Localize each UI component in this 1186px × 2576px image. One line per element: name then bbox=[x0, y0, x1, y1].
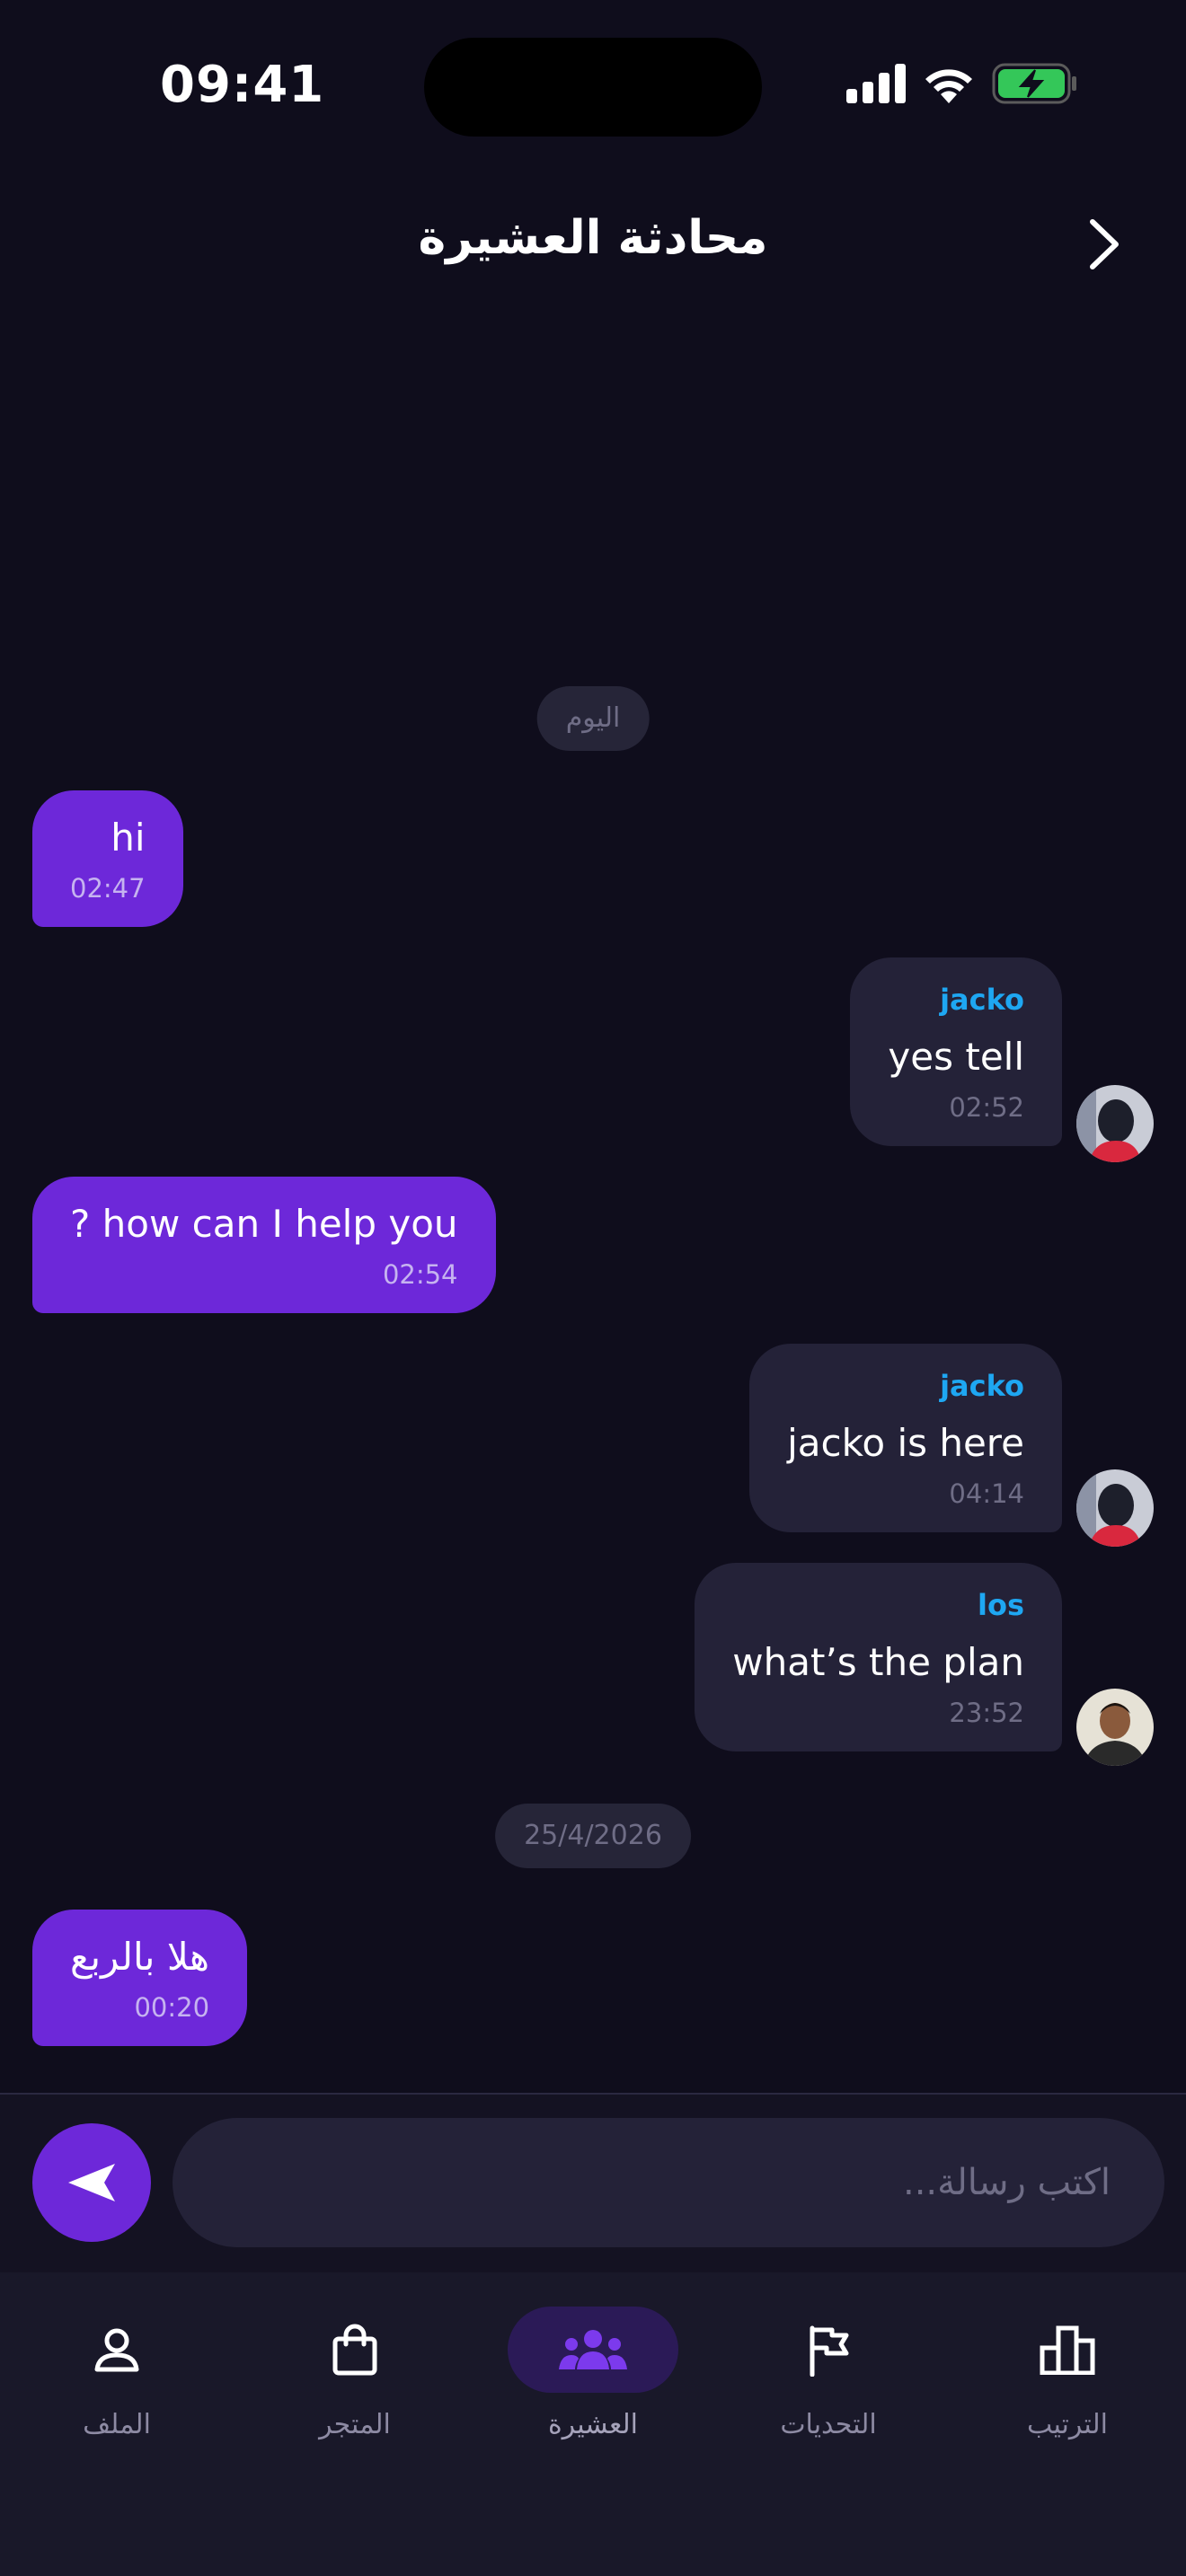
message-composer bbox=[0, 2093, 1186, 2272]
nav-item-clan[interactable]: العشيرة bbox=[494, 2307, 692, 2459]
shopping-bag-icon bbox=[332, 2324, 377, 2376]
nav-label: الملف bbox=[83, 2409, 151, 2440]
nav-item-store[interactable]: المتجر bbox=[256, 2307, 454, 2459]
message-text: yes tell bbox=[888, 1035, 1024, 1079]
dynamic-island bbox=[424, 38, 762, 137]
message-sender: jacko bbox=[940, 1369, 1024, 1403]
chat-header: محادثة العشيرة bbox=[0, 193, 1186, 292]
status-icons bbox=[846, 63, 1078, 104]
send-button[interactable] bbox=[32, 2123, 151, 2242]
message-input[interactable] bbox=[173, 2118, 1164, 2247]
avatar[interactable] bbox=[1076, 1085, 1154, 1162]
message-sender: los bbox=[978, 1588, 1024, 1622]
date-separator: اليوم bbox=[536, 686, 650, 751]
nav-item-ranking[interactable]: الترتيب bbox=[969, 2307, 1166, 2459]
nav-item-challenges[interactable]: التحديات bbox=[730, 2307, 927, 2459]
status-time: 09:41 bbox=[160, 56, 325, 114]
message-time: 00:20 bbox=[134, 1992, 210, 2023]
nav-label: التحديات bbox=[780, 2409, 877, 2440]
message-bubble-other[interactable]: jacko yes tell 02:52 bbox=[850, 957, 1062, 1146]
message-bubble-own[interactable]: هلا بالربع 00:20 bbox=[32, 1910, 248, 2046]
date-separator: 25/4/2026 bbox=[495, 1804, 691, 1868]
message-time: 04:14 bbox=[949, 1478, 1024, 1509]
message-text: هلا بالربع bbox=[70, 1935, 210, 1979]
message-sender: jacko bbox=[940, 983, 1024, 1017]
message-bubble-own[interactable]: ? how can I help you 02:54 bbox=[32, 1177, 496, 1313]
leaderboard-icon bbox=[1040, 2325, 1095, 2375]
nav-item-profile[interactable]: الملف bbox=[18, 2307, 216, 2459]
nav-label: المتجر bbox=[319, 2409, 391, 2440]
chevron-right-icon bbox=[1090, 219, 1119, 269]
bottom-navigation: الملف المتجر العشيرة التحديات الترتيب bbox=[0, 2272, 1186, 2576]
avatar[interactable] bbox=[1076, 1469, 1154, 1547]
nav-label: العشيرة bbox=[547, 2409, 639, 2440]
nav-label: الترتيب bbox=[1027, 2409, 1108, 2440]
send-icon bbox=[68, 2164, 115, 2201]
message-text: hi bbox=[111, 816, 146, 860]
message-text: jacko is here bbox=[787, 1421, 1024, 1465]
message-time: 02:47 bbox=[70, 873, 146, 904]
message-time: 02:52 bbox=[949, 1092, 1024, 1123]
message-text: ? how can I help you bbox=[70, 1202, 458, 1246]
back-button[interactable] bbox=[1078, 213, 1132, 276]
group-icon bbox=[559, 2330, 627, 2369]
page-title: محادثة العشيرة bbox=[418, 211, 768, 265]
status-bar: 09:41 bbox=[0, 0, 1186, 171]
cellular-signal-icon bbox=[846, 64, 906, 103]
message-time: 23:52 bbox=[949, 1698, 1024, 1728]
battery-charging-icon bbox=[992, 63, 1078, 104]
message-bubble-other[interactable]: los what’s the plan 23:52 bbox=[695, 1563, 1062, 1751]
message-bubble-own[interactable]: hi 02:47 bbox=[32, 790, 183, 927]
message-time: 02:54 bbox=[382, 1259, 458, 1290]
message-bubble-other[interactable]: jacko jacko is here 04:14 bbox=[749, 1344, 1062, 1532]
flag-icon bbox=[810, 2325, 849, 2377]
avatar[interactable] bbox=[1076, 1689, 1154, 1766]
wifi-icon bbox=[922, 64, 976, 103]
message-text: what’s the plan bbox=[732, 1640, 1024, 1684]
user-icon bbox=[94, 2328, 139, 2372]
